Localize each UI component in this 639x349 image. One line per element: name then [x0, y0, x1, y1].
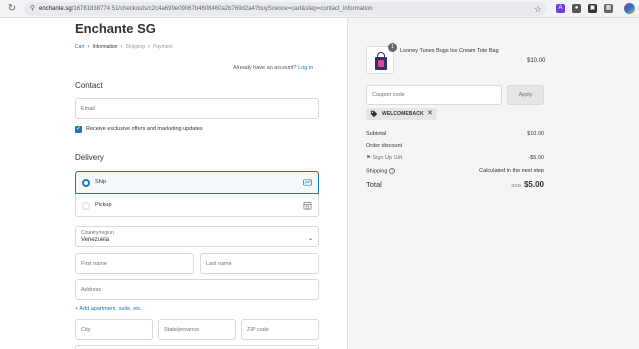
quantity-badge: 1	[388, 43, 397, 52]
phone-field[interactable]	[75, 345, 319, 349]
product-price: $10.00	[527, 58, 546, 64]
city-placeholder: City	[81, 326, 91, 333]
chevron-right-icon: ›	[147, 44, 150, 50]
store-icon	[303, 201, 312, 210]
email-placeholder: Email	[81, 105, 95, 112]
zip-placeholder: ZIP code	[247, 326, 269, 333]
url-path: /16781838774 51/checkouts/c2c4a699e09067…	[71, 6, 373, 12]
ship-radio[interactable]	[82, 179, 90, 187]
ship-label: Ship	[95, 179, 107, 185]
country-label: Country/region	[81, 230, 114, 236]
total-currency: SGD	[511, 183, 521, 188]
last-name-field[interactable]: Last name	[200, 253, 319, 274]
url-text: enchante.sg/16781838774 51/checkouts/c2c…	[39, 4, 373, 14]
total-value: $5.00	[523, 180, 544, 189]
total-label: Total	[366, 180, 382, 189]
first-name-placeholder: First name	[81, 260, 107, 267]
tag-icon: ⚑	[366, 155, 371, 161]
breadcrumb-shipping: Shipping	[125, 44, 145, 50]
breadcrumb-payment: Payment	[152, 44, 173, 50]
marketing-label: Receive exclusive offers and marketing u…	[86, 126, 203, 132]
shipping-label: Shipping	[366, 168, 388, 175]
shipping-label-wrap: Shipping?	[366, 168, 396, 175]
delivery-method-group: Ship Pickup	[75, 171, 319, 217]
account-prompt-text: Already have an account?	[233, 65, 297, 71]
city-field[interactable]: City	[75, 319, 153, 340]
apply-button[interactable]: Apply	[507, 85, 544, 105]
subtotal-value: $10.00	[527, 131, 544, 137]
state-placeholder: State/province	[164, 326, 200, 333]
address-bar[interactable]: ⚲ enchante.sg/16781838774 51/checkouts/c…	[24, 2, 546, 16]
state-field[interactable]: State/province	[158, 319, 236, 340]
subtotal-label: Subtotal	[366, 131, 387, 137]
breadcrumb: Cart › Information › Shipping › Payment	[75, 44, 173, 50]
pickup-label: Pickup	[95, 202, 112, 208]
chevron-right-icon: ›	[120, 44, 123, 50]
add-apartment-link[interactable]: + Add apartment, suite, etc.	[75, 306, 142, 312]
last-name-placeholder: Last name	[206, 260, 232, 267]
country-select[interactable]: Country/region Venezuela ⌄	[75, 226, 319, 247]
tag-icon	[370, 110, 378, 118]
product-thumbnail: 1	[366, 43, 397, 74]
bookmark-star-icon[interactable]: ☆	[534, 3, 542, 15]
zip-field[interactable]: ZIP code	[241, 319, 319, 340]
gift-value: -$5.00	[528, 155, 544, 161]
shipping-value: Calculated in the next step	[479, 168, 544, 174]
chevron-right-icon: ›	[87, 44, 90, 50]
extension-a-icon[interactable]: A	[556, 4, 565, 13]
discount-tag: WELCOMEBACK ✕	[366, 108, 437, 120]
truck-icon	[303, 179, 312, 186]
delivery-option-pickup[interactable]: Pickup	[76, 195, 318, 217]
delivery-option-ship[interactable]: Ship	[75, 171, 319, 194]
url-host: enchante.sg	[39, 6, 72, 12]
profile-avatar[interactable]	[624, 3, 635, 14]
extension-film-icon[interactable]: ▣	[588, 4, 597, 13]
address-field[interactable]: Address	[75, 279, 319, 300]
address-placeholder: Address	[81, 286, 102, 293]
pickup-radio[interactable]	[82, 202, 90, 210]
coupon-input[interactable]: Coupon code	[366, 85, 502, 105]
coupon-placeholder: Coupon code	[372, 92, 405, 98]
browser-toolbar: ↻ ⚲ enchante.sg/16781838774 51/checkouts…	[0, 0, 639, 18]
reload-icon[interactable]: ↻	[6, 3, 18, 15]
lock-icon[interactable]: ⚲	[28, 4, 37, 13]
email-field[interactable]: Email	[75, 98, 319, 119]
store-title[interactable]: Enchante SG	[75, 21, 156, 36]
first-name-field[interactable]: First name	[75, 253, 194, 274]
account-prompt: Already have an account? Log in	[233, 65, 313, 71]
discount-code: WELCOMEBACK	[382, 111, 424, 117]
country-value: Venezuela	[81, 237, 110, 243]
tote-bag-image	[375, 52, 387, 70]
gift-label-wrap: ⚑ Sign Up Gift	[366, 155, 402, 161]
gift-label: Sign Up Gift	[372, 155, 403, 161]
contact-heading: Contact	[75, 81, 103, 90]
login-link[interactable]: Log in	[298, 65, 313, 71]
chevron-down-icon: ⌄	[307, 236, 313, 242]
remove-discount-icon[interactable]: ✕	[427, 109, 433, 118]
order-discount-label: Order discount	[366, 143, 403, 149]
breadcrumb-cart[interactable]: Cart	[75, 44, 84, 50]
extensions-puzzle-icon[interactable]: ▦	[604, 4, 613, 13]
breadcrumb-information: Information	[92, 44, 118, 50]
info-icon[interactable]: ?	[389, 168, 396, 174]
product-name: Looney Tunes Bugs Ice Cream Tote Bag	[400, 48, 499, 54]
extension-bot-icon[interactable]: ●	[572, 4, 581, 13]
marketing-checkbox[interactable]: ✓	[75, 126, 82, 133]
delivery-heading: Delivery	[75, 153, 104, 162]
